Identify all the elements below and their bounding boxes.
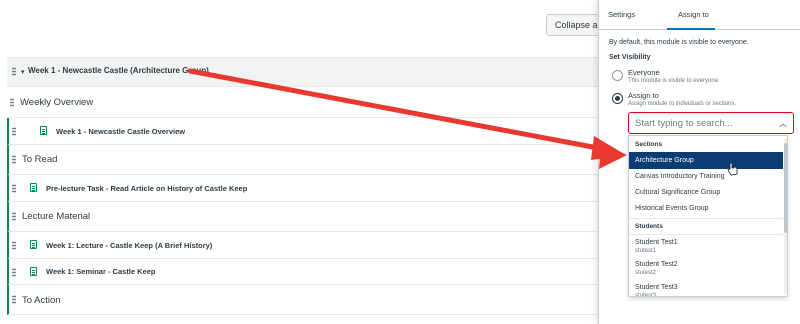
subheader-label: To Read [22, 154, 58, 165]
page-icon [30, 183, 37, 192]
module-title: Week 1 - Newcastle Castle (Architecture … [28, 66, 209, 75]
dropdown-group-students: Students [635, 223, 663, 230]
module-subheader-to-read[interactable]: To Read [7, 145, 598, 175]
module-item[interactable]: Pre-lecture Task - Read Article on Histo… [7, 175, 598, 202]
dropdown-group-sections: Sections [635, 141, 663, 148]
default-visibility-text: By default, this module is visible to ev… [609, 39, 749, 46]
divider [629, 234, 783, 235]
everyone-label: Everyone [628, 68, 660, 77]
drag-handle-icon[interactable] [12, 67, 16, 76]
everyone-description: This module is visible to everyone. [628, 78, 720, 84]
subheader-label: Weekly Overview [20, 97, 94, 108]
drag-handle-icon[interactable] [12, 212, 16, 221]
option-student-login: stutest3 [635, 293, 657, 297]
assign-to-label: Assign to [628, 91, 659, 100]
active-tab-indicator [667, 28, 715, 30]
subheader-label: To Action [22, 295, 61, 306]
hand-cursor-icon [727, 162, 738, 176]
module-header[interactable]: ▾ Week 1 - Newcastle Castle (Architectur… [7, 57, 598, 87]
option-student-name[interactable]: Student Test2 [635, 261, 678, 268]
dropdown-scrollbar[interactable] [784, 139, 787, 295]
option-student-name[interactable]: Student Test3 [635, 284, 678, 291]
assign-to-description: Assign module to individuals or sections… [628, 101, 737, 107]
collapse-all-button[interactable]: Collapse all [546, 14, 598, 36]
item-link[interactable]: Week 1 - Newcastle Castle Overview [56, 127, 185, 136]
everyone-radio[interactable] [612, 70, 623, 81]
item-link[interactable]: Pre-lecture Task - Read Article on Histo… [46, 184, 247, 193]
module-item[interactable]: Week 1: Lecture - Castle Keep (A Brief H… [7, 232, 598, 259]
page-icon [40, 126, 47, 135]
module-subheader-lecture-material[interactable]: Lecture Material [7, 202, 598, 232]
assignee-search-input[interactable]: Start typing to search... ︿ [628, 112, 794, 134]
scrollbar-thumb[interactable] [784, 143, 787, 233]
item-link[interactable]: Week 1: Lecture - Castle Keep (A Brief H… [46, 241, 212, 250]
module-subheader-to-action[interactable]: To Action [7, 285, 598, 315]
option-historical-events-group[interactable]: Historical Events Group [629, 200, 783, 217]
drag-handle-icon[interactable] [12, 241, 16, 250]
modules-page: Collapse all ▾ Week 1 - Newcastle Castle… [0, 0, 598, 324]
drag-handle-icon[interactable] [12, 184, 16, 193]
drag-handle-icon[interactable] [12, 295, 16, 304]
option-student-login: stutest2 [635, 270, 657, 276]
module-settings-tray: Settings Assign to By default, this modu… [598, 0, 800, 324]
option-cultural-significance-group[interactable]: Cultural Significance Group [629, 184, 783, 201]
subheader-label: Lecture Material [22, 211, 91, 222]
option-architecture-group[interactable]: Architecture Group [629, 152, 783, 169]
divider [629, 218, 783, 219]
option-canvas-introductory-training[interactable]: Canvas Introductory Training [629, 168, 783, 185]
page-icon [30, 240, 37, 249]
drag-handle-icon[interactable] [12, 155, 16, 164]
tray-tabs: Settings Assign to [599, 0, 800, 30]
set-visibility-heading: Set Visibility [609, 54, 651, 61]
caret-down-icon[interactable]: ▾ [21, 68, 25, 76]
tab-settings[interactable]: Settings [608, 10, 635, 19]
drag-handle-icon[interactable] [12, 268, 16, 277]
option-student-name[interactable]: Student Test1 [635, 239, 678, 246]
page-icon [30, 267, 37, 276]
drag-handle-icon[interactable] [10, 98, 14, 107]
drag-handle-icon[interactable] [12, 127, 16, 136]
option-student-login: stutest1 [635, 248, 657, 254]
assignee-dropdown: Sections Architecture Group Canvas Intro… [628, 135, 788, 297]
item-link[interactable]: Week 1: Seminar - Castle Keep [46, 267, 156, 276]
tab-assign-to[interactable]: Assign to [678, 10, 709, 19]
module-item[interactable]: Week 1: Seminar - Castle Keep [7, 259, 598, 285]
assign-to-radio[interactable] [612, 93, 623, 104]
module-item[interactable]: Week 1 - Newcastle Castle Overview [7, 118, 598, 145]
module-subheader-weekly-overview[interactable]: Weekly Overview [7, 88, 598, 118]
search-placeholder: Start typing to search... [635, 118, 733, 129]
chevron-up-icon[interactable]: ︿ [779, 118, 787, 129]
